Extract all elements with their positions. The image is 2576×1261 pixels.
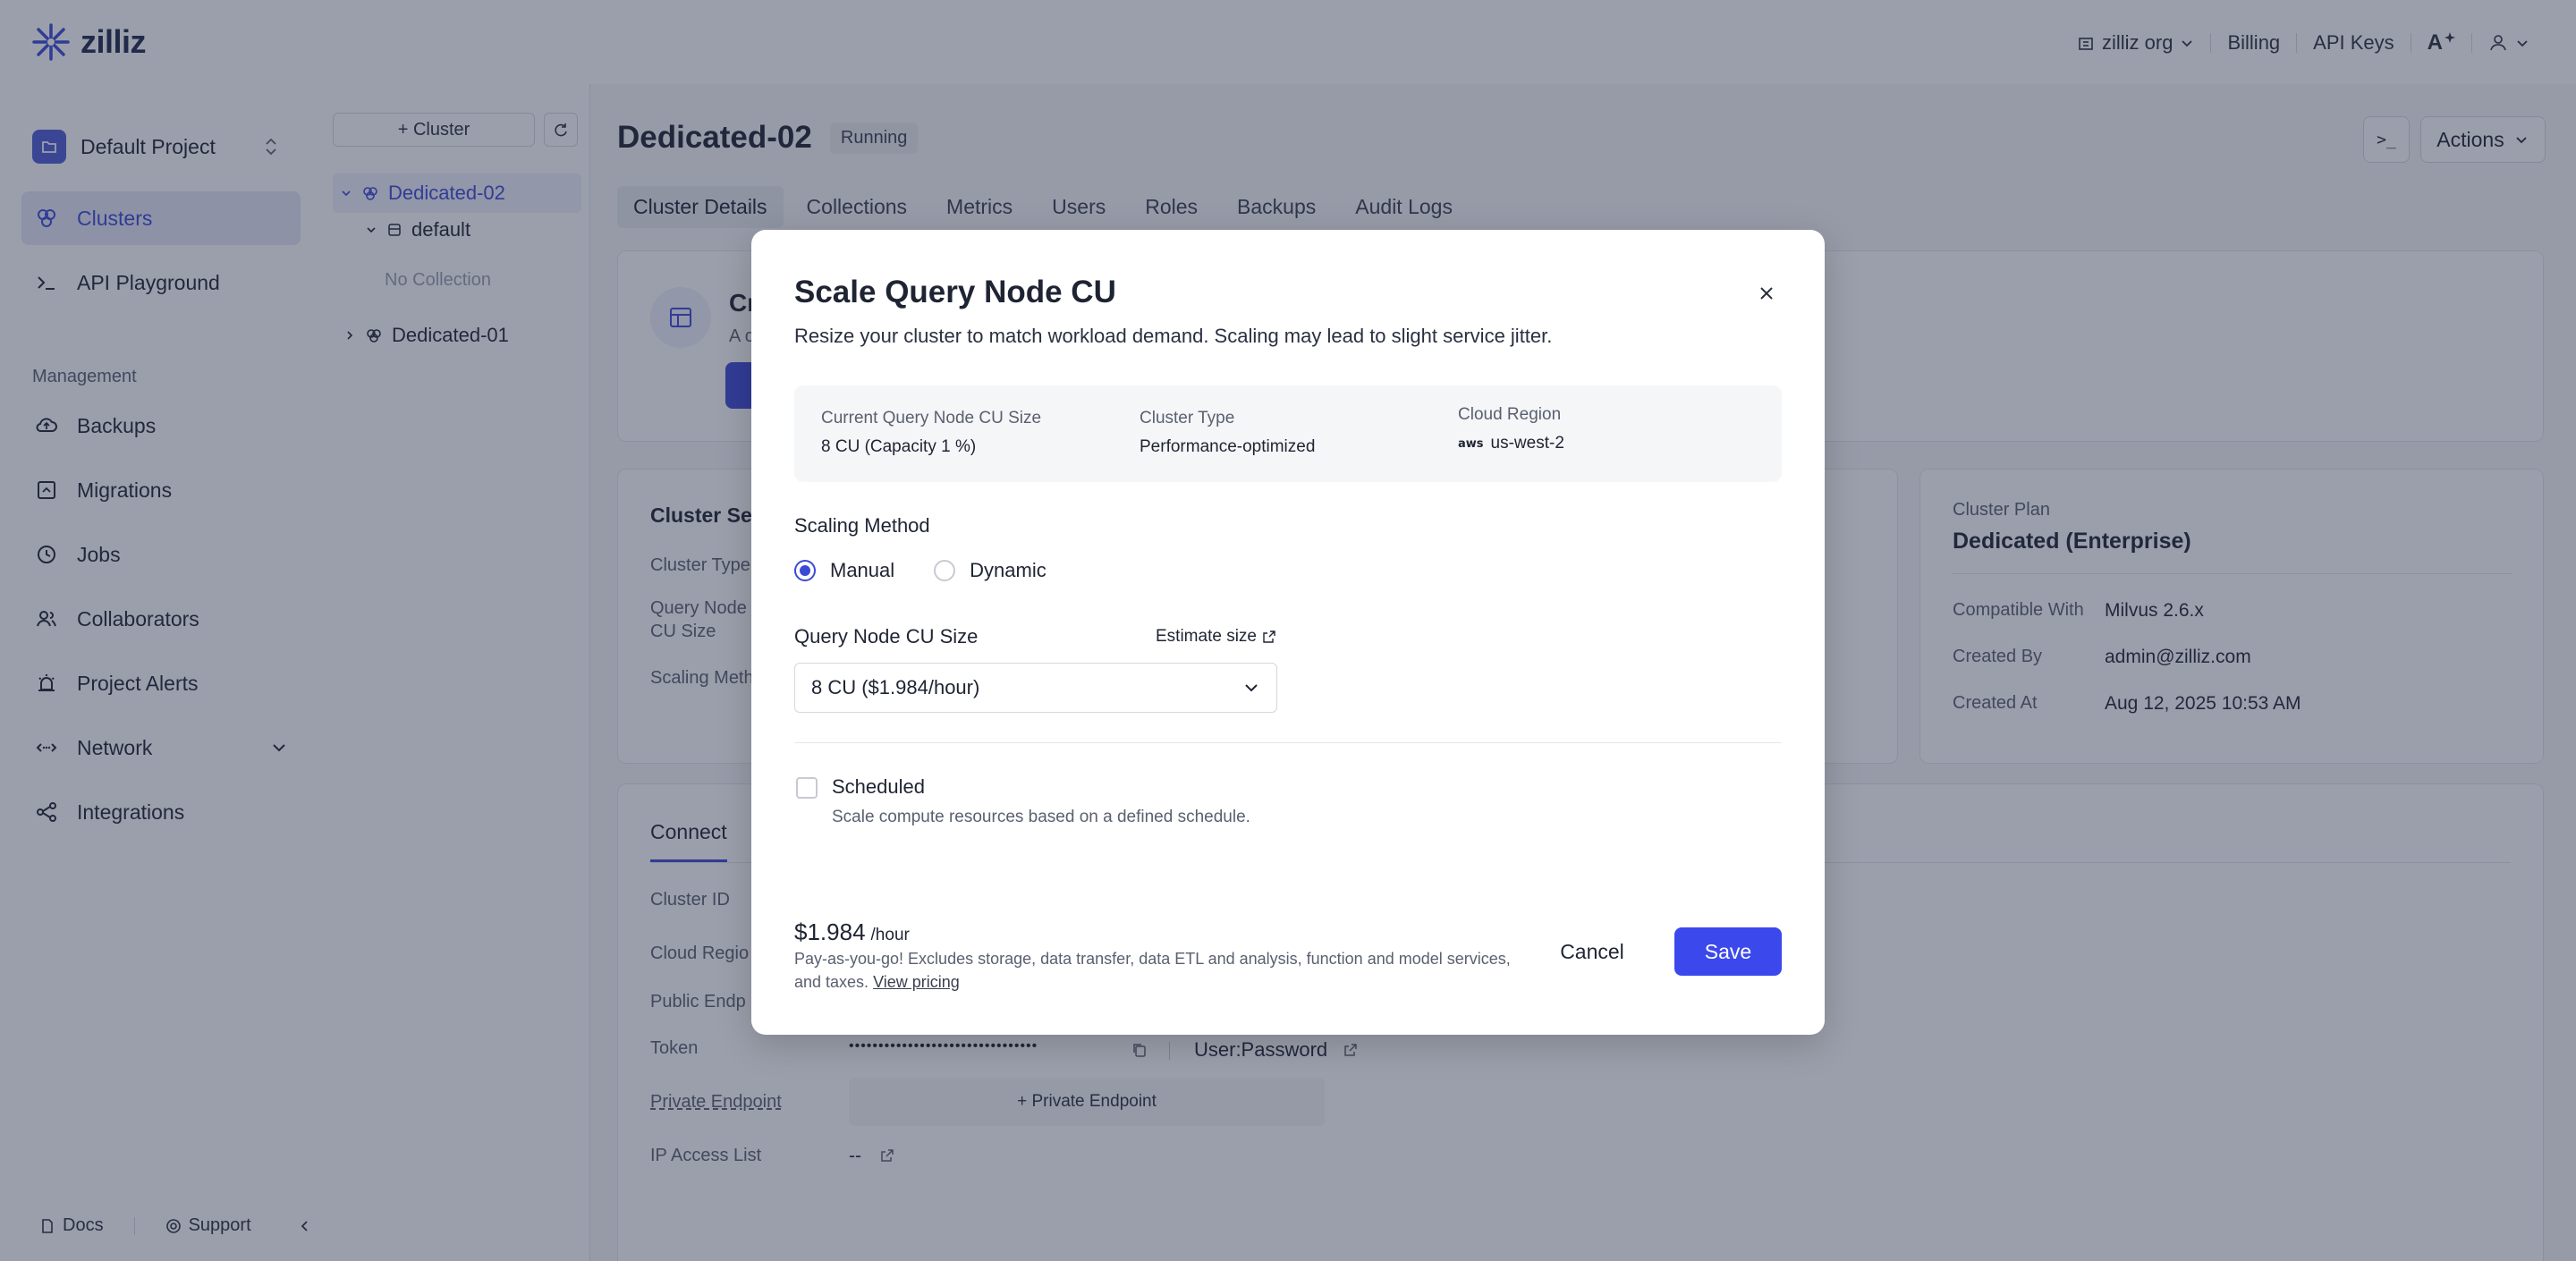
scheduled-checkbox[interactable] bbox=[796, 777, 818, 799]
radio-manual[interactable]: Manual bbox=[794, 559, 894, 582]
current-cluster-info: Current Query Node CU Size 8 CU (Capacit… bbox=[794, 385, 1782, 482]
cu-size-label: Query Node CU Size bbox=[794, 625, 979, 647]
price-value: $1.984 bbox=[794, 918, 866, 945]
aws-icon: aws bbox=[1458, 436, 1484, 451]
dialog-title: Scale Query Node CU bbox=[794, 275, 1116, 309]
cluster-type-label: Cluster Type bbox=[1140, 409, 1235, 427]
radio-label: Manual bbox=[830, 559, 895, 581]
divider bbox=[794, 742, 1782, 743]
view-pricing-link[interactable]: View pricing bbox=[873, 973, 960, 991]
cancel-button[interactable]: Cancel bbox=[1547, 927, 1637, 976]
cu-size-select[interactable]: 8 CU ($1.984/hour) bbox=[794, 663, 1277, 713]
radio-dynamic[interactable]: Dynamic bbox=[934, 559, 1046, 582]
current-cu-label: Current Query Node CU Size bbox=[821, 409, 1042, 427]
chevron-down-icon bbox=[1245, 684, 1258, 692]
external-link-icon bbox=[1263, 630, 1275, 643]
estimate-label: Estimate size bbox=[1156, 627, 1257, 646]
cu-size-selected: 8 CU ($1.984/hour) bbox=[811, 676, 980, 698]
save-button[interactable]: Save bbox=[1674, 927, 1782, 976]
price-note: Pay-as-you-go! Excludes storage, data tr… bbox=[794, 947, 1528, 994]
radio-label: Dynamic bbox=[970, 559, 1046, 581]
scaling-method-label: Scaling Method bbox=[794, 514, 930, 537]
cluster-type-value: Performance-optimized bbox=[1140, 437, 1316, 456]
radio-selected-icon bbox=[794, 560, 816, 581]
current-cu-value: 8 CU (Capacity 1 %) bbox=[821, 437, 977, 456]
radio-unselected-icon bbox=[934, 560, 956, 581]
close-button[interactable] bbox=[1753, 280, 1780, 307]
scheduled-label: Scheduled bbox=[832, 775, 925, 798]
scaling-method-group: Manual Dynamic bbox=[794, 559, 1046, 582]
scale-query-node-dialog: Scale Query Node CU Resize your cluster … bbox=[751, 230, 1825, 1035]
cloud-region-label: Cloud Region bbox=[1458, 405, 1562, 424]
scheduled-description: Scale compute resources based on a defin… bbox=[832, 808, 1250, 826]
price-display: $1.984 /hour bbox=[794, 918, 910, 946]
dialog-subtitle: Resize your cluster to match workload de… bbox=[794, 325, 1553, 347]
estimate-size-link[interactable]: Estimate size bbox=[1156, 627, 1276, 647]
cloud-region-value: us-west-2 bbox=[1490, 434, 1564, 453]
close-icon bbox=[1760, 287, 1773, 300]
price-unit: /hour bbox=[870, 926, 910, 944]
